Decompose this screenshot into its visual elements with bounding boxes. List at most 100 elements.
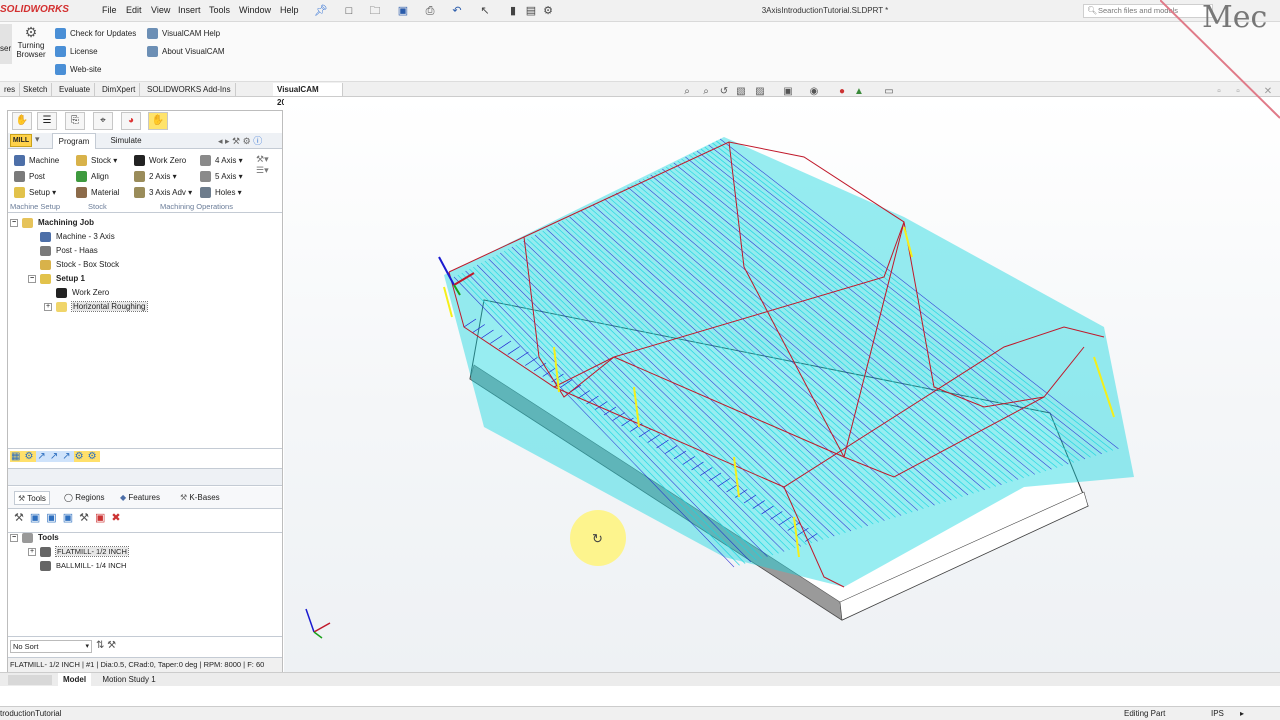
tab-simulate[interactable]: Simulate (104, 133, 148, 149)
tab-features[interactable]: res (0, 83, 21, 96)
tab-motion-study[interactable]: Motion Study 1 (94, 673, 164, 686)
license-link[interactable]: License (55, 45, 98, 59)
tab-k-bases[interactable]: ⚒ K-Bases (180, 491, 220, 505)
extra-ops-icons[interactable]: ⚒▾ ☰▾ (256, 154, 269, 176)
panel-toolbar-icons[interactable]: ◂ ▸ ⚒ ⚙ ⓘ (218, 134, 262, 147)
tool-icon[interactable]: ⚒ (14, 512, 30, 524)
tree-work-zero[interactable]: Work Zero (10, 286, 280, 300)
post-button[interactable]: Post (14, 170, 45, 184)
tool-icon[interactable]: ▣ (46, 512, 62, 524)
stock-button[interactable]: Stock ▾ (76, 154, 117, 168)
check-updates-link[interactable]: Check for Updates (55, 27, 136, 41)
tools-toolbar[interactable]: ⚒▣▣▣⚒▣✖ (14, 511, 127, 524)
file-properties-icon[interactable]: ▤ (524, 4, 538, 18)
menu-insert[interactable]: Insert (178, 5, 201, 15)
tab-features-cam[interactable]: ◆ Features (120, 491, 160, 505)
tree-stock[interactable]: Stock - Box Stock (10, 258, 280, 272)
machining-job-tree: − Machining Job Machine - 3 Axis Post - H… (10, 216, 280, 314)
tool-icon[interactable]: ✖ (111, 512, 126, 524)
tool-icon[interactable]: ▣ (95, 512, 111, 524)
about-visualcam-link[interactable]: About VisualCAM (147, 45, 225, 59)
tree-tool-ballmill[interactable]: BALLMILL- 1/4 INCH (10, 559, 280, 573)
sort-select[interactable]: No Sort ▾ (10, 640, 92, 653)
three-axis-adv-button[interactable]: 3 Axis Adv ▾ (134, 186, 192, 200)
property-manager-icon[interactable]: ☰ (37, 112, 57, 130)
align-button[interactable]: Align (76, 170, 109, 184)
five-axis-button[interactable]: 5 Axis ▾ (200, 170, 243, 184)
machine-button[interactable]: Machine (14, 154, 59, 168)
group-label-stock: Stock (88, 202, 107, 211)
select-arrow-icon[interactable]: ↖ (478, 4, 492, 18)
tree-tools-root[interactable]: − Tools (10, 531, 280, 545)
tab-solidworks-addins[interactable]: SOLIDWORKS Add-Ins (143, 83, 236, 96)
save-icon[interactable]: ▣ (396, 4, 410, 18)
configuration-manager-icon[interactable]: ⎘ (65, 112, 85, 130)
tree-machine[interactable]: Machine - 3 Axis (10, 230, 280, 244)
gear-icon[interactable]: ⚙ (541, 4, 555, 18)
print-icon[interactable]: ⎙ (423, 4, 437, 18)
ballmill-icon (40, 561, 51, 572)
undo-icon[interactable]: ↶ (450, 4, 464, 18)
tab-sketch[interactable]: Sketch (19, 83, 53, 96)
menu-edit[interactable]: Edit (126, 5, 142, 15)
tree-post[interactable]: Post - Haas (10, 244, 280, 258)
toolbar-icon[interactable]: ↗ (48, 451, 62, 462)
group-label-machining-operations: Machining Operations (160, 202, 233, 211)
tree-setup[interactable]: − Setup 1 (10, 272, 280, 286)
tree-horizontal-roughing[interactable]: + Horizontal Roughing (10, 300, 280, 314)
website-link[interactable]: Web-site (55, 63, 101, 77)
four-axis-button[interactable]: 4 Axis ▾ (200, 154, 243, 168)
tree-tool-flatmill[interactable]: + FLATMILL- 1/2 INCH (10, 545, 280, 559)
menu-help[interactable]: Help (280, 5, 299, 15)
tool-icon[interactable]: ⚒ (79, 512, 95, 524)
display-manager-icon[interactable]: ◕ (121, 112, 141, 130)
toolpath-model-view[interactable]: ↻ (284, 97, 1280, 675)
menu-file[interactable]: File (102, 5, 117, 15)
tab-tools[interactable]: ⚒ Tools (14, 491, 50, 505)
toolbar-icon[interactable]: ▦ (10, 451, 24, 462)
tool-icon[interactable]: ▣ (63, 512, 79, 524)
setup-button[interactable]: Setup ▾ (14, 186, 56, 200)
mill-module-badge[interactable]: MILL (10, 134, 32, 147)
visualcam-help-link[interactable]: VisualCAM Help (147, 27, 220, 41)
status-units-dropdown-icon[interactable]: ▸ (1240, 707, 1244, 720)
tab-program[interactable]: Program (52, 133, 96, 149)
open-folder-icon[interactable]: 🗀︎ (368, 4, 382, 18)
material-button[interactable]: Material (76, 186, 119, 200)
tool-icon[interactable]: ▣ (30, 512, 46, 524)
work-zero-button[interactable]: Work Zero (134, 154, 186, 168)
two-axis-button[interactable]: 2 Axis ▾ (134, 170, 177, 184)
menu-tools[interactable]: Tools (209, 5, 230, 15)
toolbar-icon[interactable]: ⚙ (23, 451, 37, 462)
tab-dimxpert[interactable]: DimXpert (98, 83, 141, 96)
holes-button[interactable]: Holes ▾ (200, 186, 242, 200)
tab-regions[interactable]: ◯ Regions (64, 491, 105, 505)
toolbar-icon[interactable]: ↗ (36, 451, 49, 462)
menu-window[interactable]: Window (239, 5, 271, 15)
tab-scroll-control[interactable] (8, 675, 52, 685)
sort-order-icon[interactable]: ⇅ ⚒ (96, 640, 116, 651)
operation-toolbar[interactable]: ▦ ⚙ ↗ ↗ ↗ ⚙ ⚙ (10, 451, 100, 466)
ribbon-cut-button[interactable]: ser (0, 24, 12, 64)
visualcam-browser-icon[interactable]: ✋ (148, 112, 168, 130)
tree-machining-job[interactable]: − Machining Job (10, 216, 280, 230)
tools-icon (22, 532, 33, 543)
tab-model[interactable]: Model (58, 673, 91, 686)
turning-browser-button[interactable]: ⚙ Turning Browser (16, 24, 46, 70)
feature-manager-icon[interactable]: ✋ (12, 112, 32, 130)
work-zero-icon (56, 287, 67, 298)
pin-icon[interactable]: 📌︎ (314, 4, 328, 18)
toolbar-icon[interactable]: ⚙ (86, 451, 100, 462)
toolbar-icon[interactable]: ⚙ (73, 451, 87, 462)
dimxpert-manager-icon[interactable]: ⌖ (93, 112, 113, 130)
tools-icon: ⚒ (18, 494, 26, 503)
toolbar-icon[interactable]: ↗ (61, 451, 74, 462)
status-units[interactable]: IPS (1211, 707, 1224, 720)
new-document-icon[interactable]: □ (342, 4, 356, 18)
tab-evaluate[interactable]: Evaluate (55, 83, 96, 96)
traffic-light-icon[interactable]: ▮ (506, 4, 520, 18)
module-dropdown-icon[interactable]: ▾ (35, 134, 47, 147)
visualcam-panel: ✋ ☰ ⎘ ⌖ ◕ ✋ MILL ▾ Program Simulate ◂ ▸ … (7, 110, 283, 672)
menu-view[interactable]: View (151, 5, 170, 15)
tab-visualcam[interactable]: VisualCAM 2018 (273, 83, 343, 107)
